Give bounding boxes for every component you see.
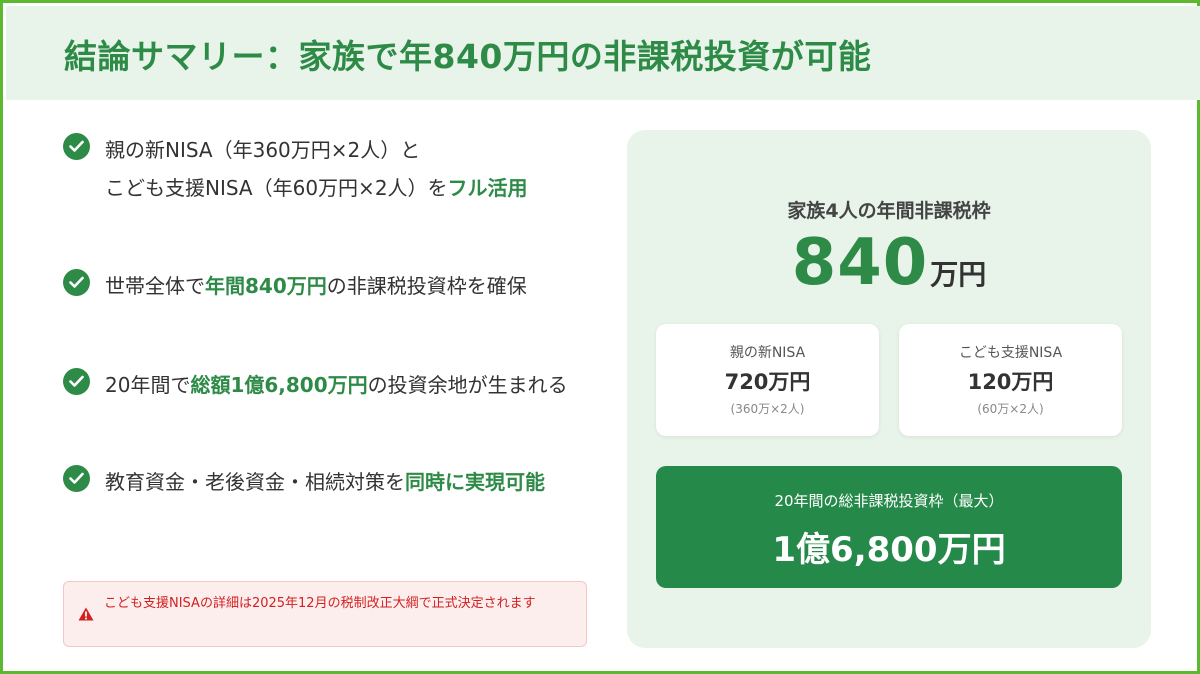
bullet-text-tail: の投資余地が生まれる xyxy=(367,373,568,397)
annual-limit-number: 840 xyxy=(791,226,929,300)
bullet-text: 20年間で総額1億6,800万円の投資余地が生まれる xyxy=(105,366,585,404)
header-bar: 結論サマリー：家族で年840万円の非課税投資が可能 xyxy=(6,6,1200,100)
warning-text: こども支援NISAの詳細は2025年12月の税制改正大綱で正式決定されます xyxy=(104,596,536,611)
parent-nisa-card: 親の新NISA 720万円 (360万×2人) xyxy=(656,324,879,436)
check-circle-icon xyxy=(63,133,90,160)
bullet-text-lead: 20年間で xyxy=(105,373,191,397)
card-value: 720万円 xyxy=(724,370,811,394)
check-circle-icon xyxy=(63,465,90,492)
card-subtext: (360万×2人) xyxy=(730,402,805,416)
summary-panel: 家族4人の年間非課税枠 840万円 親の新NISA 720万円 (360万×2人… xyxy=(627,130,1151,648)
page-title: 結論サマリー：家族で年840万円の非課税投資が可能 xyxy=(64,37,872,76)
warning-note: こども支援NISAの詳細は2025年12月の税制改正大綱で正式決定されます xyxy=(63,581,587,647)
card-title: こども支援NISA xyxy=(958,345,1063,361)
annual-limit-unit: 万円 xyxy=(930,258,987,291)
card-title: 親の新NISA xyxy=(729,345,806,361)
bullet-highlight: 総額1億6,800万円 xyxy=(190,373,368,397)
bullet-text: 教育資金・老後資金・相続対策を同時に実現可能 xyxy=(105,463,585,501)
warning-triangle-icon xyxy=(78,606,94,625)
bullet-highlight: 同時に実現可能 xyxy=(405,470,545,494)
bullet-highlight: フル活用 xyxy=(447,176,528,200)
total-limit-box: 20年間の総非課税投資枠（最大） 1億6,800万円 xyxy=(656,466,1122,588)
bullet-text: 親の新NISA（年360万円×2人）と こども支援NISA（年60万円×2人）を… xyxy=(105,131,585,207)
total-limit-value: 1億6,800万円 xyxy=(772,530,1006,570)
bullet-text-lead: 親の新NISA（年360万円×2人）と こども支援NISA（年60万円×2人）を xyxy=(105,138,448,200)
card-value: 120万円 xyxy=(967,370,1054,394)
check-circle-icon xyxy=(63,269,90,296)
annual-limit-amount: 840万円 xyxy=(627,226,1151,300)
check-circle-icon xyxy=(63,368,90,395)
annual-limit-label: 家族4人の年間非課税枠 xyxy=(787,200,991,222)
bullet-text-lead: 世帯全体で xyxy=(105,274,205,298)
slide-frame: 結論サマリー：家族で年840万円の非課税投資が可能 親の新NISA（年360万円… xyxy=(0,0,1200,674)
card-subtext: (60万×2人) xyxy=(977,402,1044,416)
child-nisa-card: こども支援NISA 120万円 (60万×2人) xyxy=(899,324,1122,436)
bullet-text: 世帯全体で年間840万円の非課税投資枠を確保 xyxy=(105,267,585,305)
bullet-highlight: 年間840万円 xyxy=(205,274,327,298)
bullet-text-lead: 教育資金・老後資金・相続対策を xyxy=(105,470,405,494)
total-limit-label: 20年間の総非課税投資枠（最大） xyxy=(774,492,1004,510)
bullet-text-tail: の非課税投資枠を確保 xyxy=(326,274,527,298)
